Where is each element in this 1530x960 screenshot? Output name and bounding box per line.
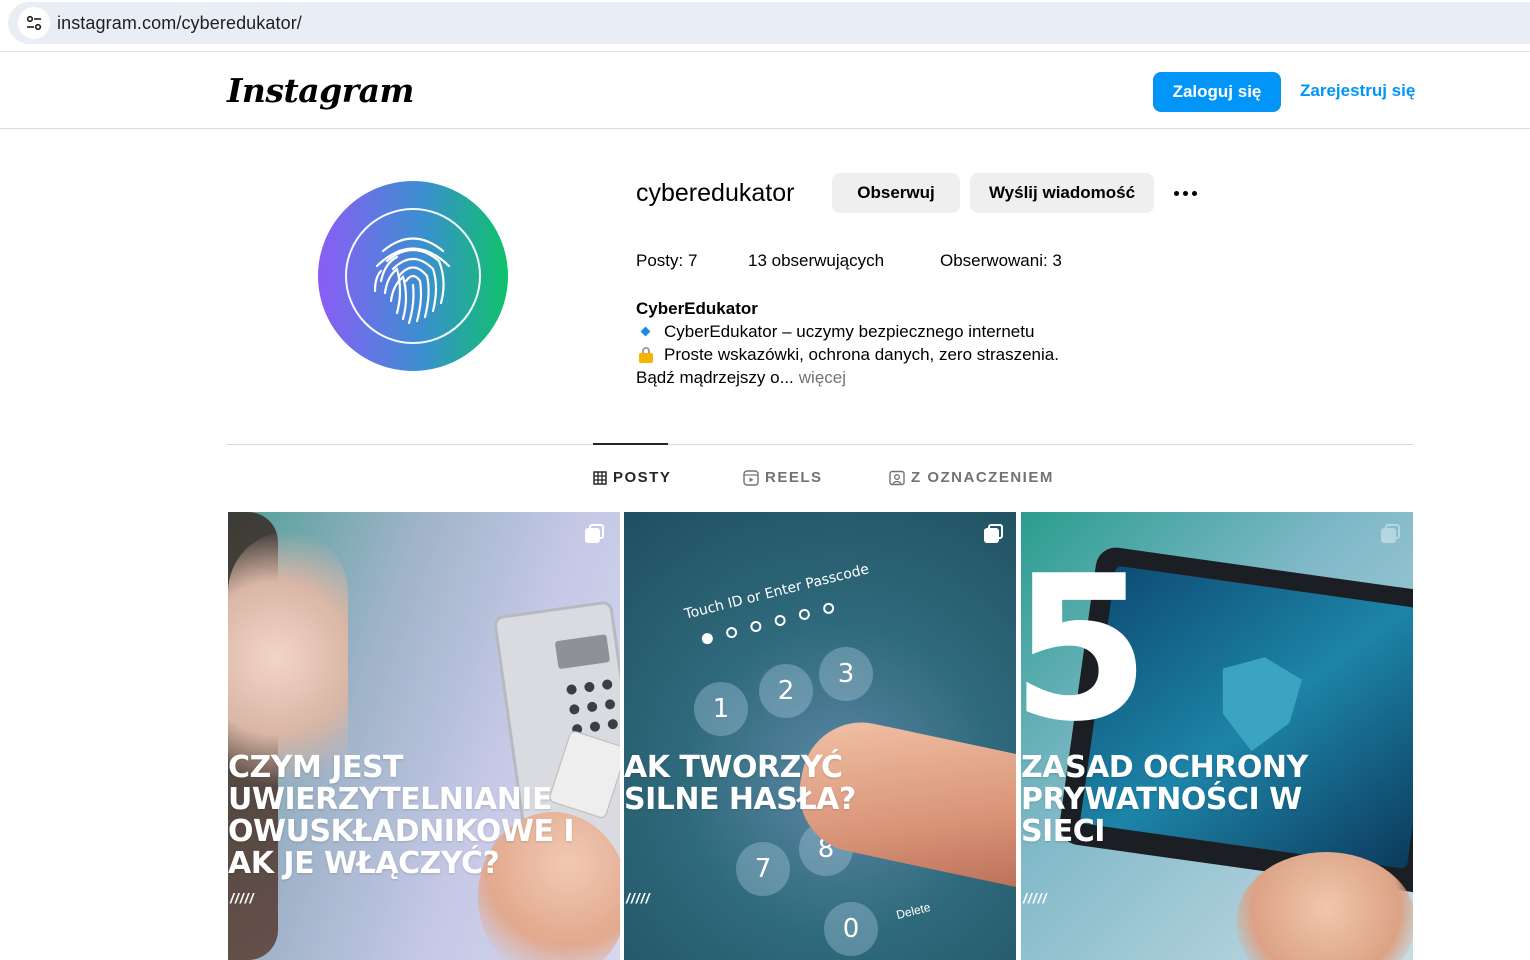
tab-label: POSTY — [613, 469, 672, 486]
following-link[interactable]: Obserwowani: 3 — [940, 251, 1062, 271]
tab-reels[interactable]: REELS — [743, 469, 823, 486]
posts-count: Posty: 7 — [636, 251, 698, 270]
tab-label: REELS — [765, 469, 823, 486]
keypad-key: 7 — [736, 842, 790, 896]
bio-line: CyberEdukator – uczymy bezpiecznego inte… — [636, 322, 1034, 342]
post-caption-line: ZASAD OCHRONY — [1021, 750, 1308, 785]
keypad-key: 3 — [819, 647, 873, 701]
instagram-header: Instagram Zaloguj się Zarejestruj się — [0, 53, 1530, 129]
profile-username: cyberedukator — [636, 179, 795, 207]
tab-posts[interactable]: POSTY — [593, 469, 671, 486]
post-tile[interactable]: 5 ZASAD OCHRONY PRYWATNOŚCI W SIECI ////… — [1021, 512, 1413, 960]
post-decor: ///// — [1023, 890, 1048, 906]
browser-address-bar: instagram.com/cyberedukator/ — [0, 0, 1530, 52]
reels-icon — [743, 469, 759, 486]
bio-line: Proste wskazówki, ochrona danych, zero s… — [636, 345, 1059, 365]
carousel-icon — [984, 524, 1004, 544]
bio-text: Proste wskazówki, ochrona danych, zero s… — [664, 345, 1059, 364]
instagram-logo[interactable]: Instagram — [227, 71, 414, 110]
url-field[interactable]: instagram.com/cyberedukator/ — [8, 2, 1530, 44]
post-tile[interactable]: CZYM JEST UWIERZYTELNIANIE OWUSKŁADNIKOW… — [228, 512, 620, 960]
post-caption-line: SILNE HASŁA? — [624, 782, 856, 817]
post-decor: ///// — [230, 890, 255, 906]
profile-avatar[interactable] — [318, 181, 508, 371]
post-caption-line: AK TWORZYĆ — [624, 750, 843, 785]
bio-more-link[interactable]: więcej — [799, 368, 846, 388]
keypad-key: 2 — [759, 664, 813, 718]
bio-name: CyberEdukator — [636, 299, 758, 318]
post-caption-line: SIECI — [1021, 814, 1105, 849]
lock-icon — [636, 345, 656, 365]
fingerprint-icon — [373, 237, 451, 325]
bio-text: Bądź mądrzejszy o... — [636, 368, 794, 387]
post-caption-line: AK JE WŁĄCZYĆ? — [228, 846, 500, 881]
active-tab-indicator — [593, 443, 668, 445]
post-delete-text: Delete — [894, 900, 932, 922]
tabs-divider — [227, 444, 1413, 445]
post-caption-line: PRYWATNOŚCI W — [1021, 782, 1302, 817]
post-caption-line: OWUSKŁADNIKOWE I — [228, 814, 575, 849]
grid-icon — [593, 470, 607, 485]
tagged-icon — [889, 470, 905, 485]
signup-link[interactable]: Zarejestruj się — [1300, 81, 1415, 101]
followers-link[interactable]: 13 obserwujących — [748, 251, 884, 271]
tab-label: Z OZNACZENIEM — [911, 469, 1054, 486]
post-caption-line: UWIERZYTELNIANIE — [228, 782, 553, 817]
more-horizontal-icon[interactable] — [1168, 180, 1202, 206]
post-decor: ///// — [626, 890, 651, 906]
tune-icon[interactable] — [18, 7, 50, 39]
bio-text: CyberEdukator – uczymy bezpiecznego inte… — [664, 322, 1035, 341]
login-button[interactable]: Zaloguj się — [1153, 72, 1281, 112]
bio-line: Bądź mądrzejszy o... więcej — [636, 368, 846, 388]
post-screen-text: Touch ID or Enter Passcode — [682, 561, 871, 623]
follow-button[interactable]: Obserwuj — [832, 173, 960, 213]
post-tile[interactable]: Touch ID or Enter Passcode 1 2 3 8 9 7 0… — [624, 512, 1016, 960]
keypad-key: 1 — [694, 682, 748, 736]
keypad-key: 0 — [824, 902, 878, 956]
carousel-icon — [1381, 524, 1401, 544]
send-message-button[interactable]: Wyślij wiadomość — [970, 173, 1154, 213]
blue-diamond-icon — [636, 322, 656, 342]
carousel-icon — [585, 524, 605, 544]
post-number: 5 — [1021, 533, 1151, 766]
url-text[interactable]: instagram.com/cyberedukator/ — [57, 13, 302, 34]
tab-tagged[interactable]: Z OZNACZENIEM — [889, 469, 1054, 486]
post-caption-line: CZYM JEST — [228, 750, 404, 785]
